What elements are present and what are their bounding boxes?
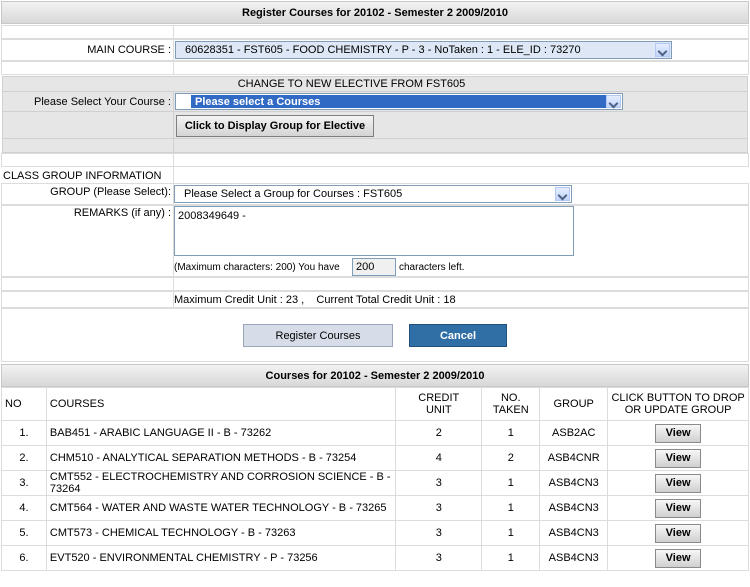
cell-no: 3.: [1, 470, 47, 496]
elective-divider: [2, 111, 748, 112]
page-title: Register Courses for 20102 - Semester 2 …: [1, 1, 749, 24]
group-value: Please Select a Group for Courses : FST6…: [184, 188, 403, 200]
table-row: 5. CMT573 - CHEMICAL TECHNOLOGY - B - 73…: [1, 520, 749, 546]
cell-action: View: [607, 495, 749, 521]
chevron-down-icon[interactable]: [655, 43, 670, 57]
remarks-value: 2008349649 -: [178, 210, 246, 222]
spacer-row: [1, 61, 749, 75]
elective-divider: [2, 138, 748, 139]
cell-group: ASB4CN3: [539, 545, 609, 571]
view-button[interactable]: View: [655, 523, 702, 543]
remarks-label: REMARKS (if any) :: [73, 207, 171, 219]
main-course-label: MAIN COURSE :: [87, 44, 171, 56]
cell-taken: 1: [481, 420, 541, 446]
header-no-taken: NO. TAKEN: [481, 387, 541, 421]
table-row: 4. CMT564 - WATER AND WASTE WATER TECHNO…: [1, 495, 749, 521]
cell-no: 4.: [1, 495, 47, 521]
cell-taken: 1: [481, 470, 541, 496]
char-counter-input[interactable]: 200: [352, 258, 396, 276]
cell-group: ASB4CNR: [539, 445, 609, 471]
table-header-row: NO COURSES CREDIT UNIT NO. TAKEN GROUP C…: [1, 387, 749, 421]
cell-group: ASB4CN3: [539, 520, 609, 546]
table-row: 6. EVT520 - ENVIRONMENTAL CHEMISTRY - P …: [1, 545, 749, 571]
display-group-button[interactable]: Click to Display Group for Elective: [176, 115, 374, 137]
cell-course: EVT520 - ENVIRONMENTAL CHEMISTRY - P - 7…: [45, 545, 397, 571]
cell-action: View: [607, 520, 749, 546]
cell-credit: 3: [395, 545, 483, 571]
char-counter-value: 200: [356, 261, 375, 273]
cell-action: View: [607, 470, 749, 496]
column-divider: [173, 25, 174, 75]
group-select[interactable]: Please Select a Group for Courses : FST6…: [174, 185, 572, 203]
view-button[interactable]: View: [655, 498, 702, 518]
cell-no: 2.: [1, 445, 47, 471]
char-counter-prefix: (Maximum characters: 200) You have: [174, 262, 340, 273]
spacer-row: [1, 277, 749, 291]
cell-credit: 3: [395, 470, 483, 496]
view-button[interactable]: View: [655, 448, 702, 468]
remarks-textarea[interactable]: 2008349649 -: [174, 206, 574, 256]
header-credit-unit: CREDIT UNIT: [395, 387, 483, 421]
class-group-title: CLASS GROUP INFORMATION: [3, 170, 162, 182]
table-row: 2. CHM510 - ANALYTICAL SEPARATION METHOD…: [1, 445, 749, 471]
header-group: GROUP: [539, 387, 609, 421]
cell-credit: 3: [395, 495, 483, 521]
cell-course: CMT573 - CHEMICAL TECHNOLOGY - B - 73263: [45, 520, 397, 546]
group-label: GROUP (Please Select):: [50, 186, 171, 198]
cell-credit: 3: [395, 520, 483, 546]
elective-course-value: Please select a Courses: [195, 96, 321, 108]
cell-action: View: [607, 545, 749, 571]
chevron-down-icon[interactable]: [606, 95, 621, 108]
view-button[interactable]: View: [655, 548, 702, 568]
cancel-button[interactable]: Cancel: [409, 324, 507, 347]
view-button[interactable]: View: [655, 473, 702, 493]
cell-taken: 1: [481, 520, 541, 546]
header-no: NO: [1, 387, 47, 421]
cell-taken: 2: [481, 445, 541, 471]
cell-taken: 1: [481, 545, 541, 571]
cell-group: ASB4CN3: [539, 470, 609, 496]
elective-course-label: Please Select Your Course :: [34, 96, 171, 108]
cell-no: 5.: [1, 520, 47, 546]
cell-no: 6.: [1, 545, 47, 571]
elective-course-select[interactable]: Please select a Courses: [175, 93, 623, 110]
cell-group: ASB2AC: [539, 420, 609, 446]
elective-divider: [2, 91, 748, 92]
cell-course: CMT552 - ELECTROCHEMISTRY AND CORROSION …: [45, 470, 397, 496]
main-course-select[interactable]: 60628351 - FST605 - FOOD CHEMISTRY - P -…: [175, 41, 672, 59]
column-divider: [173, 92, 174, 153]
cell-course: CHM510 - ANALYTICAL SEPARATION METHODS -…: [45, 445, 397, 471]
spacer-row: [1, 153, 749, 167]
cell-action: View: [607, 420, 749, 446]
header-action: CLICK BUTTON TO DROP OR UPDATE GROUP: [607, 387, 749, 421]
view-button[interactable]: View: [655, 423, 702, 443]
cell-credit: 4: [395, 445, 483, 471]
courses-table: NO COURSES CREDIT UNIT NO. TAKEN GROUP C…: [1, 387, 749, 571]
main-course-value: 60628351 - FST605 - FOOD CHEMISTRY - P -…: [185, 44, 581, 56]
char-counter-suffix: characters left.: [399, 262, 465, 273]
table-row: 1. BAB451 - ARABIC LANGUAGE II - B - 732…: [1, 420, 749, 446]
cell-taken: 1: [481, 495, 541, 521]
chevron-down-icon[interactable]: [555, 187, 570, 201]
credit-info: Maximum Credit Unit : 23 , Current Total…: [174, 294, 456, 306]
register-button[interactable]: Register Courses: [243, 324, 393, 347]
elective-title: CHANGE TO NEW ELECTIVE FROM FST605: [237, 78, 466, 90]
cell-course: CMT564 - WATER AND WASTE WATER TECHNOLOG…: [45, 495, 397, 521]
table-row: 3. CMT552 - ELECTROCHEMISTRY AND CORROSI…: [1, 470, 749, 496]
courses-table-title: Courses for 20102 - Semester 2 2009/2010: [1, 364, 749, 387]
cell-group: ASB4CN3: [539, 495, 609, 521]
spacer-row: [1, 25, 749, 39]
cell-course: BAB451 - ARABIC LANGUAGE II - B - 73262: [45, 420, 397, 446]
cell-no: 1.: [1, 420, 47, 446]
cell-action: View: [607, 445, 749, 471]
header-courses: COURSES: [45, 387, 397, 421]
column-divider: [173, 153, 174, 308]
cell-credit: 2: [395, 420, 483, 446]
